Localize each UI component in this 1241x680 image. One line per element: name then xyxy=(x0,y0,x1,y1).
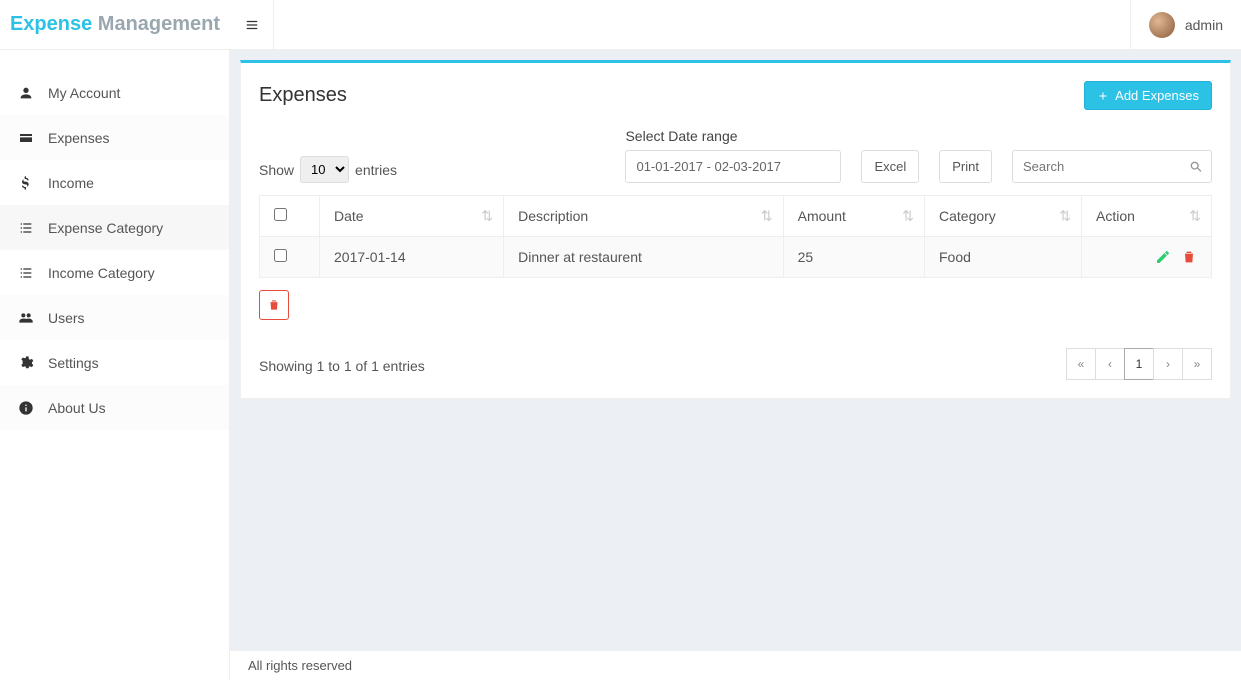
user-icon xyxy=(18,85,34,101)
info-icon xyxy=(18,400,34,416)
bulk-delete-button[interactable] xyxy=(259,290,289,320)
card-icon xyxy=(18,130,34,146)
cell-amount: 25 xyxy=(783,237,924,278)
users-icon xyxy=(18,310,34,326)
sidebar-item-users[interactable]: Users xyxy=(0,295,229,340)
page-number[interactable]: 1 xyxy=(1124,348,1154,380)
footer: All rights reserved xyxy=(230,650,1241,680)
col-description[interactable]: Description⇅ xyxy=(504,196,784,237)
sidebar-toggle[interactable] xyxy=(230,0,274,50)
sidebar-item-label: My Account xyxy=(48,85,120,101)
show-pre: Show xyxy=(259,162,294,178)
logo-word-b: Management xyxy=(98,13,220,36)
sort-icon: ⇅ xyxy=(761,208,773,225)
plus-icon xyxy=(1097,90,1109,102)
page-first[interactable]: « xyxy=(1066,348,1096,380)
sidebar-item-label: Settings xyxy=(48,355,99,371)
sidebar-item-expense-category[interactable]: Expense Category xyxy=(0,205,229,250)
sidebar-item-label: About Us xyxy=(48,400,106,416)
excel-button[interactable]: Excel xyxy=(861,150,919,183)
print-button[interactable]: Print xyxy=(939,150,992,183)
list-icon xyxy=(18,220,34,236)
date-range-label: Select Date range xyxy=(625,128,841,144)
expenses-table: Date⇅ Description⇅ Amount⇅ Category⇅ Act… xyxy=(259,195,1212,278)
sidebar-item-settings[interactable]: Settings xyxy=(0,340,229,385)
date-range-input[interactable] xyxy=(625,150,841,183)
select-all-checkbox[interactable] xyxy=(274,208,287,221)
show-post: entries xyxy=(355,162,397,178)
sidebar-item-label: Users xyxy=(48,310,85,326)
sidebar-item-income-category[interactable]: Income Category xyxy=(0,250,229,295)
sort-icon: ⇅ xyxy=(1059,208,1071,225)
add-expenses-button[interactable]: Add Expenses xyxy=(1084,81,1212,110)
col-amount[interactable]: Amount⇅ xyxy=(783,196,924,237)
table-row: 2017-01-14 Dinner at restaurent 25 Food xyxy=(260,237,1212,278)
page-last[interactable]: » xyxy=(1182,348,1212,380)
entries-selector: Show 10 entries xyxy=(259,156,397,183)
cell-description: Dinner at restaurent xyxy=(504,237,784,278)
dollar-icon xyxy=(18,175,34,191)
logo-word-a: Expense xyxy=(10,13,92,36)
col-action: Action⇅ xyxy=(1082,196,1212,237)
bars-icon xyxy=(244,18,260,32)
page-prev[interactable]: ‹ xyxy=(1095,348,1125,380)
col-category[interactable]: Category⇅ xyxy=(925,196,1082,237)
app-logo[interactable]: Expense Management xyxy=(0,0,230,50)
table-info: Showing 1 to 1 of 1 entries xyxy=(259,358,425,374)
sidebar-item-expenses[interactable]: Expenses xyxy=(0,115,229,160)
avatar xyxy=(1149,12,1175,38)
pagination: « ‹ 1 › » xyxy=(1067,348,1212,380)
sidebar-item-about[interactable]: About Us xyxy=(0,385,229,430)
sidebar-item-label: Expenses xyxy=(48,130,109,146)
col-date[interactable]: Date⇅ xyxy=(320,196,504,237)
sidebar: My Account Expenses Income Expense Categ… xyxy=(0,50,230,680)
list-icon xyxy=(18,265,34,281)
sidebar-item-my-account[interactable]: My Account xyxy=(0,70,229,115)
trash-icon xyxy=(267,298,281,312)
cell-date: 2017-01-14 xyxy=(320,237,504,278)
edit-icon[interactable] xyxy=(1155,249,1171,265)
sort-asc-icon: ⇅ xyxy=(481,208,493,225)
page-title: Expenses xyxy=(259,84,347,107)
user-menu[interactable]: admin xyxy=(1130,0,1241,50)
sort-icon: ⇅ xyxy=(902,208,914,225)
add-label: Add Expenses xyxy=(1115,88,1199,103)
cell-category: Food xyxy=(925,237,1082,278)
footer-text: All rights reserved xyxy=(248,658,352,673)
sort-icon: ⇅ xyxy=(1189,208,1201,225)
entries-select[interactable]: 10 xyxy=(300,156,349,183)
sidebar-item-label: Income Category xyxy=(48,265,155,281)
sidebar-item-label: Expense Category xyxy=(48,220,163,236)
trash-icon[interactable] xyxy=(1181,249,1197,265)
row-checkbox[interactable] xyxy=(274,249,287,262)
search-input[interactable] xyxy=(1012,150,1212,183)
page-next[interactable]: › xyxy=(1153,348,1183,380)
search-icon xyxy=(1188,159,1204,175)
sidebar-item-label: Income xyxy=(48,175,94,191)
expenses-card: Expenses Add Expenses Show 10 entries Se… xyxy=(240,60,1231,399)
sidebar-item-income[interactable]: Income xyxy=(0,160,229,205)
user-name: admin xyxy=(1185,17,1223,33)
gear-icon xyxy=(18,355,34,371)
